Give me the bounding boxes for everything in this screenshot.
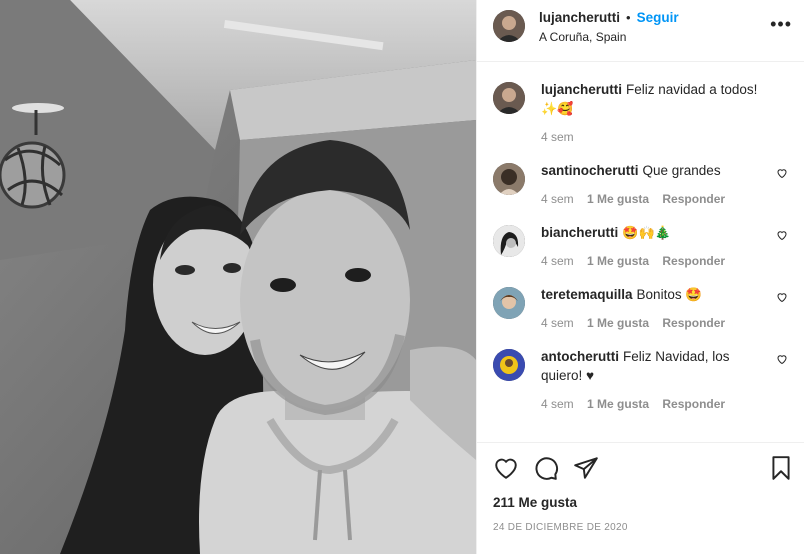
commenter-avatar[interactable]	[493, 287, 525, 319]
like-comment-heart-icon[interactable]	[776, 167, 788, 179]
like-comment-heart-icon[interactable]	[776, 229, 788, 241]
post-photo-image	[0, 0, 476, 554]
post-date[interactable]: 24 DE DICIEMBRE DE 2020	[493, 522, 788, 533]
reply-button[interactable]: Responder	[662, 192, 725, 206]
comment-username[interactable]: antocherutti	[541, 349, 619, 364]
comment-username[interactable]: teretemaquilla	[541, 287, 633, 302]
caption-username[interactable]: lujancherutti	[541, 82, 622, 97]
comment-text: Bonitos 🤩	[636, 287, 703, 302]
comment-time[interactable]: 4 sem	[541, 397, 574, 411]
comment-likes[interactable]: 1 Me gusta	[587, 316, 649, 330]
comment-username[interactable]: biancherutti	[541, 225, 618, 240]
comment-time[interactable]: 4 sem	[541, 192, 574, 206]
location-link[interactable]: A Coruña, Spain	[539, 30, 679, 44]
reply-button[interactable]: Responder	[662, 254, 725, 268]
caption: lujancherutti Feliz navidad a todos! ✨🥰 4…	[493, 80, 788, 161]
comment-time[interactable]: 4 sem	[541, 254, 574, 268]
likes-count[interactable]: 211 Me gusta	[493, 495, 788, 510]
post-footer: 211 Me gusta 24 DE DICIEMBRE DE 2020	[477, 442, 804, 554]
commenter-avatar[interactable]	[493, 225, 525, 257]
caption-time[interactable]: 4 sem	[541, 130, 574, 144]
comment-item: biancherutti 🤩🙌🎄 4 sem 1 Me gusta Respond…	[493, 223, 788, 285]
follow-button[interactable]: Seguir	[637, 10, 679, 25]
share-icon[interactable]	[573, 455, 599, 481]
author-avatar[interactable]	[493, 82, 525, 114]
post-header: lujancherutti • Seguir A Coruña, Spain •…	[477, 0, 804, 62]
post-photo[interactable]	[0, 0, 476, 554]
like-comment-heart-icon[interactable]	[776, 291, 788, 303]
instagram-post: lujancherutti • Seguir A Coruña, Spain •…	[0, 0, 804, 554]
separator-dot: •	[626, 10, 631, 25]
post-side-panel: lujancherutti • Seguir A Coruña, Spain •…	[476, 0, 804, 554]
bookmark-icon[interactable]	[768, 455, 794, 481]
comment-text: 🤩🙌🎄	[622, 225, 671, 240]
comment-icon[interactable]	[533, 455, 559, 481]
comment-likes[interactable]: 1 Me gusta	[587, 397, 649, 411]
caption-emoji: ✨🥰	[541, 101, 574, 116]
reply-button[interactable]: Responder	[662, 316, 725, 330]
comment-item: antocherutti Feliz Navidad, los quiero! ♥…	[493, 347, 788, 428]
comment-item: santinocherutti Que grandes 4 sem 1 Me gu…	[493, 161, 788, 223]
comment-item: teretemaquilla Bonitos 🤩 4 sem 1 Me gusta…	[493, 285, 788, 347]
comment-likes[interactable]: 1 Me gusta	[587, 192, 649, 206]
caption-text: Feliz navidad a todos!	[626, 82, 758, 97]
action-bar	[493, 453, 788, 483]
more-options-icon[interactable]: •••	[770, 14, 792, 35]
reply-button[interactable]: Responder	[662, 397, 725, 411]
comment-time[interactable]: 4 sem	[541, 316, 574, 330]
author-username[interactable]: lujancherutti	[539, 10, 620, 25]
comment-likes[interactable]: 1 Me gusta	[587, 254, 649, 268]
like-comment-heart-icon[interactable]	[776, 353, 788, 365]
commenter-avatar[interactable]	[493, 163, 525, 195]
comment-username[interactable]: santinocherutti	[541, 163, 639, 178]
comment-text: Que grandes	[642, 163, 721, 178]
author-avatar[interactable]	[493, 10, 525, 42]
commenter-avatar[interactable]	[493, 349, 525, 381]
heart-icon[interactable]	[493, 455, 519, 481]
comments-list[interactable]: lujancherutti Feliz navidad a todos! ✨🥰 4…	[477, 62, 804, 442]
